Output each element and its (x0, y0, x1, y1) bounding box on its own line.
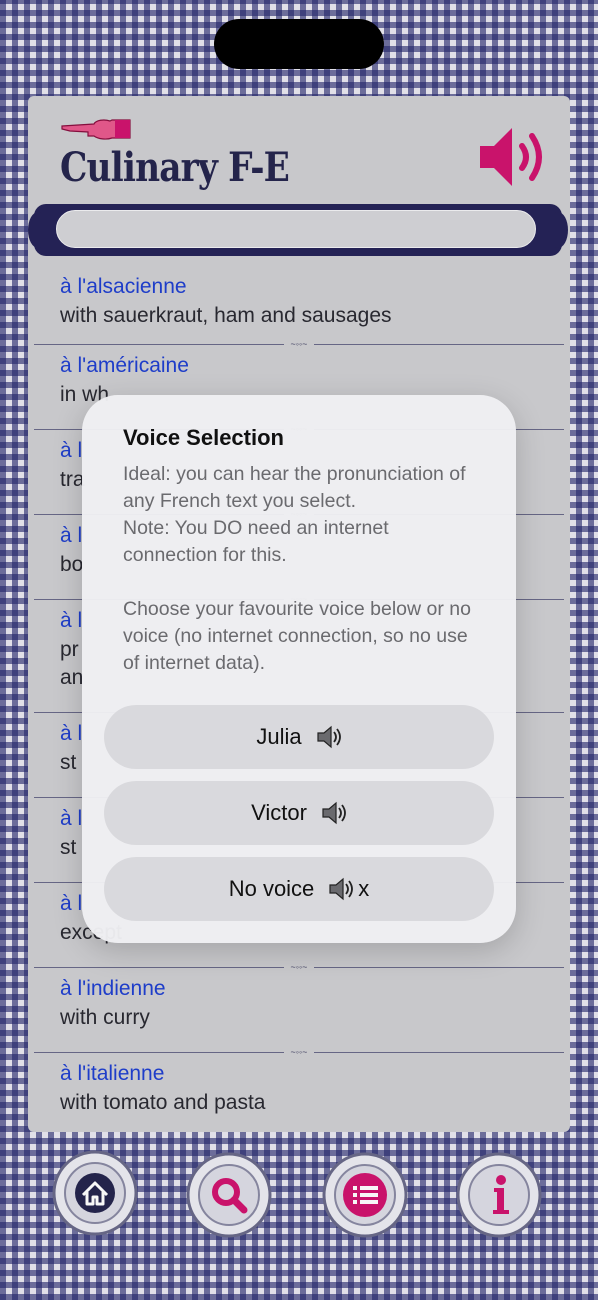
speaker-icon (316, 725, 342, 749)
voice-selection-dialog: Voice Selection Ideal: you can hear the … (82, 395, 516, 943)
no-voice-x: x (358, 876, 370, 901)
no-voice-button[interactable]: No voice x (104, 857, 494, 921)
dialog-title: Voice Selection (123, 425, 284, 450)
dialog-message: Ideal: you can hear the pronunciation of… (123, 461, 483, 677)
dialog-message-choose: Choose your favourite voice below or no … (123, 598, 471, 674)
voice-julia-button[interactable]: Julia (104, 705, 494, 769)
dialog-message-ideal: Ideal: you can hear the pronunciation of… (123, 463, 466, 512)
speaker-icon (328, 877, 354, 901)
voice-julia-label: Julia (256, 724, 302, 749)
voice-victor-label: Victor (251, 800, 307, 825)
no-voice-label: No voice (228, 876, 315, 901)
dialog-message-note: Note: You DO need an internet connection… (123, 517, 389, 566)
speaker-icon (321, 801, 347, 825)
voice-victor-button[interactable]: Victor (104, 781, 494, 845)
